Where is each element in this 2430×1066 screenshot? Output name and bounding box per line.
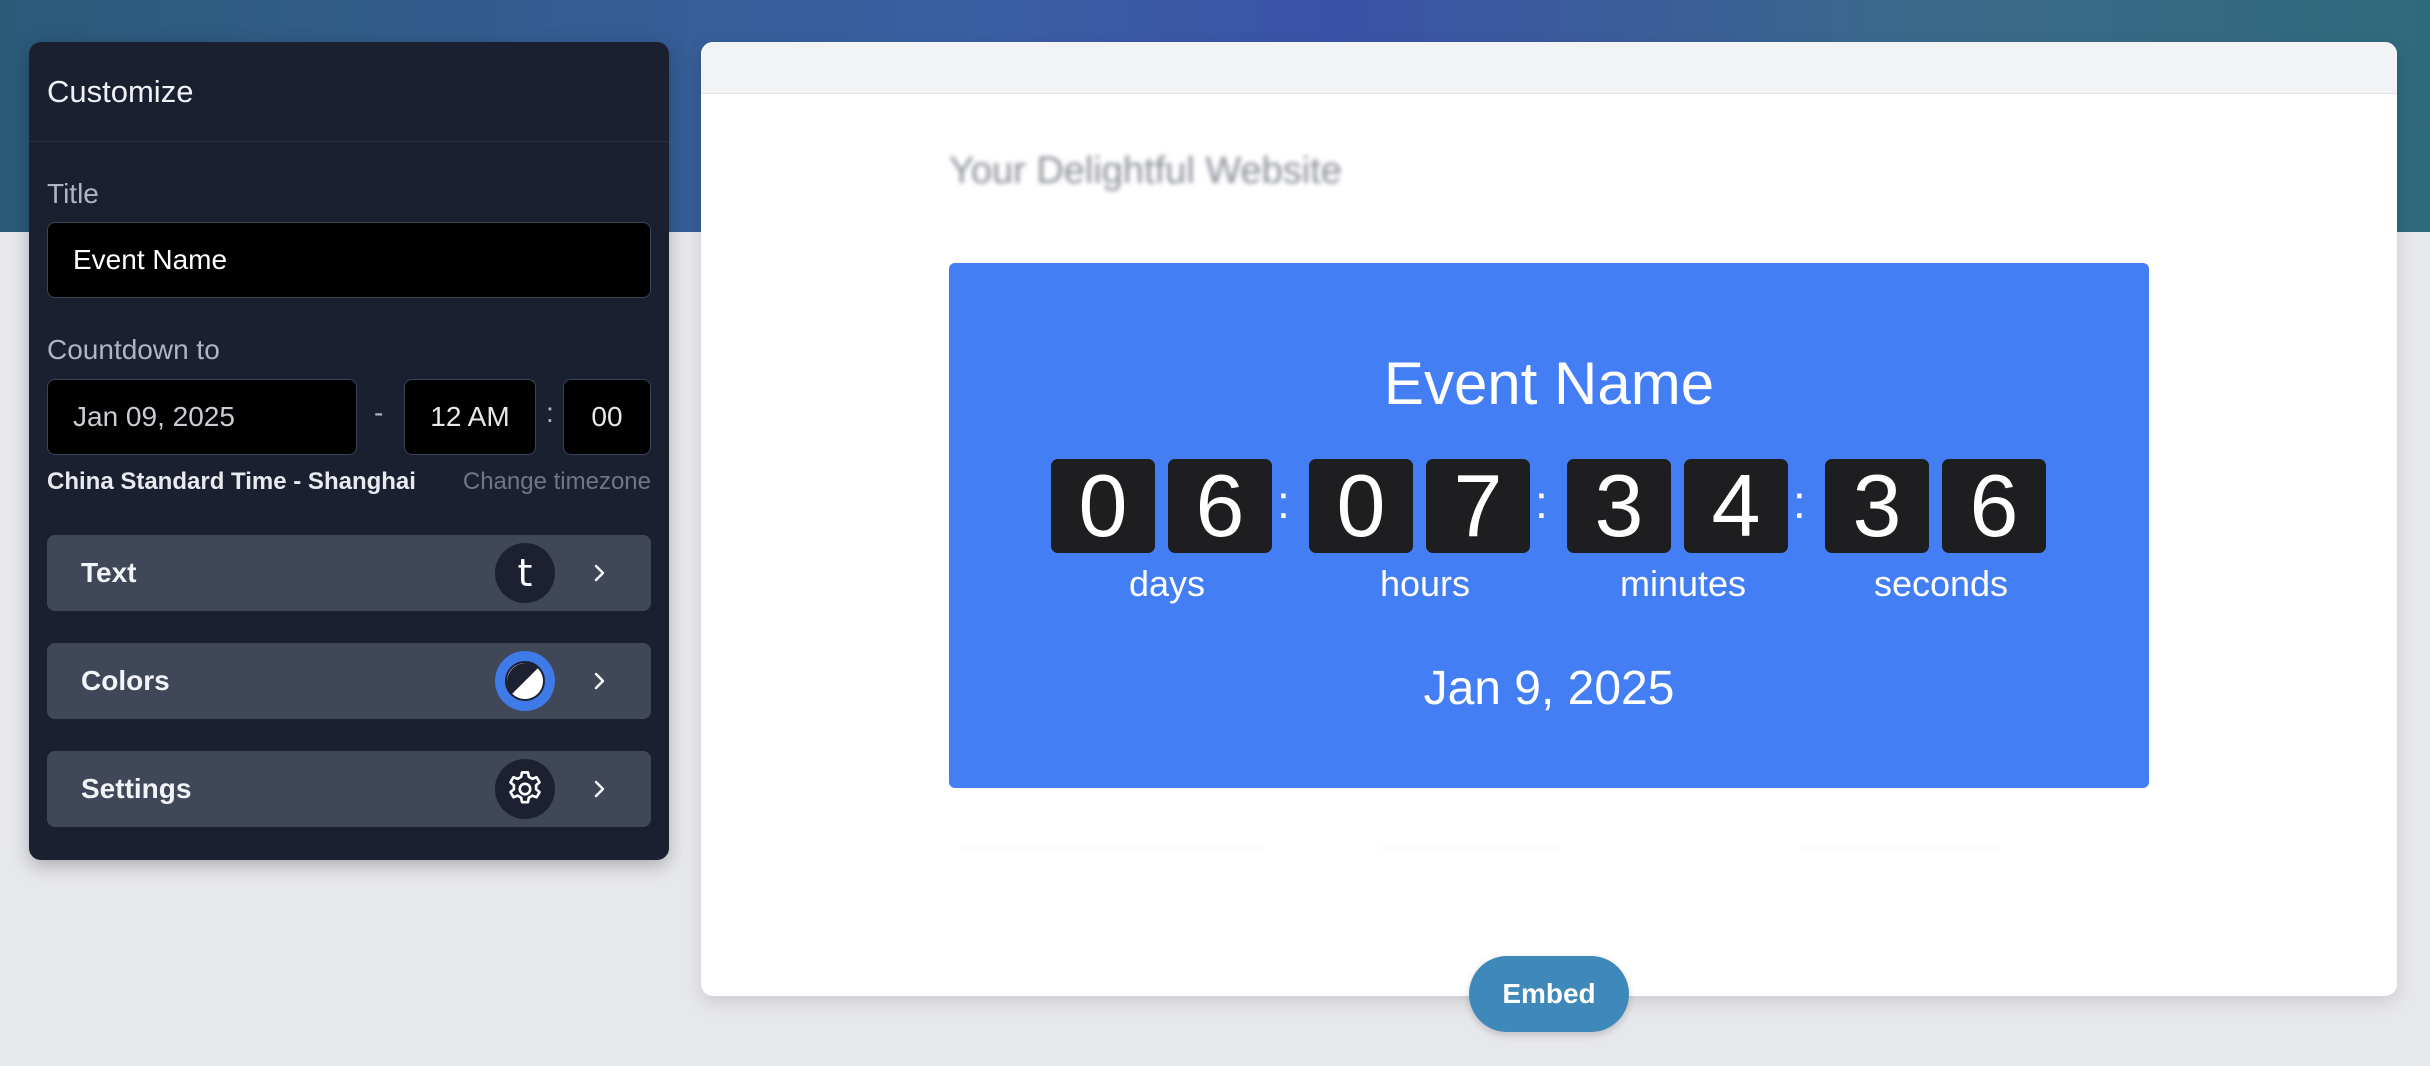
minutes-label: minutes	[1619, 563, 1747, 604]
date-value: Jan 09, 2025	[73, 401, 235, 432]
title-label: Title	[47, 178, 99, 209]
days-label: days	[1128, 563, 1206, 604]
minutes-digit-1: 3	[1567, 459, 1671, 553]
settings-section-toggle[interactable]: Settings	[47, 751, 651, 827]
hour-value: 12 AM	[430, 401, 510, 432]
site-title: Your Delightful Website	[949, 150, 1342, 192]
panel-header: Customize	[29, 42, 669, 142]
text-section-toggle[interactable]: Text t	[47, 535, 651, 611]
gear-icon-glyph	[509, 771, 541, 804]
placeholder-line	[961, 847, 1261, 849]
digit-colon: :	[1793, 476, 1806, 528]
settings-section-label: Settings	[81, 773, 192, 804]
gear-icon	[495, 759, 555, 819]
digit-colon: :	[1535, 476, 1548, 528]
countdown-label: Countdown to	[47, 334, 220, 365]
countdown-widget: Event Name 0 6 : 0 7 : 3 4 : 3 6 days ho…	[949, 263, 2149, 788]
hour-select[interactable]: 12 AM	[404, 379, 536, 455]
minutes-digit-2: 4	[1684, 459, 1788, 553]
title-input[interactable]: Event Name	[47, 222, 651, 298]
hours-label: hours	[1379, 563, 1471, 604]
preview-toolbar	[701, 42, 2397, 94]
time-colon: :	[546, 397, 554, 428]
timezone-name: China Standard Time - Shanghai	[47, 468, 416, 495]
placeholder-line	[1801, 847, 2001, 849]
colors-section-toggle[interactable]: Colors	[47, 643, 651, 719]
digit-colon: :	[1277, 476, 1290, 528]
countdown-title: Event Name	[1383, 350, 1715, 417]
minute-value: 00	[591, 401, 623, 432]
seconds-digit-1: 3	[1825, 459, 1929, 553]
hours-digit-2: 7	[1426, 459, 1530, 553]
date-time-separator: -	[374, 397, 384, 428]
placeholder-line	[1381, 847, 1561, 849]
chevron-right-icon	[594, 672, 605, 690]
date-input[interactable]: Jan 09, 2025	[47, 379, 357, 455]
change-timezone-link[interactable]: Change timezone	[463, 468, 651, 496]
days-digit-1: 0	[1051, 459, 1155, 553]
hours-digit-1: 0	[1309, 459, 1413, 553]
seconds-digit-2: 6	[1942, 459, 2046, 553]
text-icon: t	[495, 543, 555, 603]
text-icon-glyph: t	[517, 551, 533, 595]
chevron-right-icon	[594, 780, 605, 798]
minute-select[interactable]: 00	[563, 379, 651, 455]
seconds-label: seconds	[1873, 563, 2009, 604]
colors-section-label: Colors	[81, 665, 170, 696]
title-input-value: Event Name	[73, 244, 228, 275]
customize-panel: Customize Title Event Name Countdown to …	[29, 42, 669, 860]
contrast-icon	[495, 651, 555, 711]
panel-title: Customize	[47, 73, 194, 109]
text-section-label: Text	[81, 557, 137, 588]
preview-card: Your Delightful Website Event Name 0 6 :…	[701, 42, 2397, 996]
chevron-right-icon	[594, 564, 605, 582]
countdown-digits: 0 6 : 0 7 : 3 4 : 3 6	[1051, 459, 2047, 553]
embed-button[interactable]: Embed	[1469, 956, 1629, 1032]
contrast-icon-glyph	[505, 661, 545, 701]
countdown-date: Jan 9, 2025	[1423, 662, 1675, 715]
days-digit-2: 6	[1168, 459, 1272, 553]
